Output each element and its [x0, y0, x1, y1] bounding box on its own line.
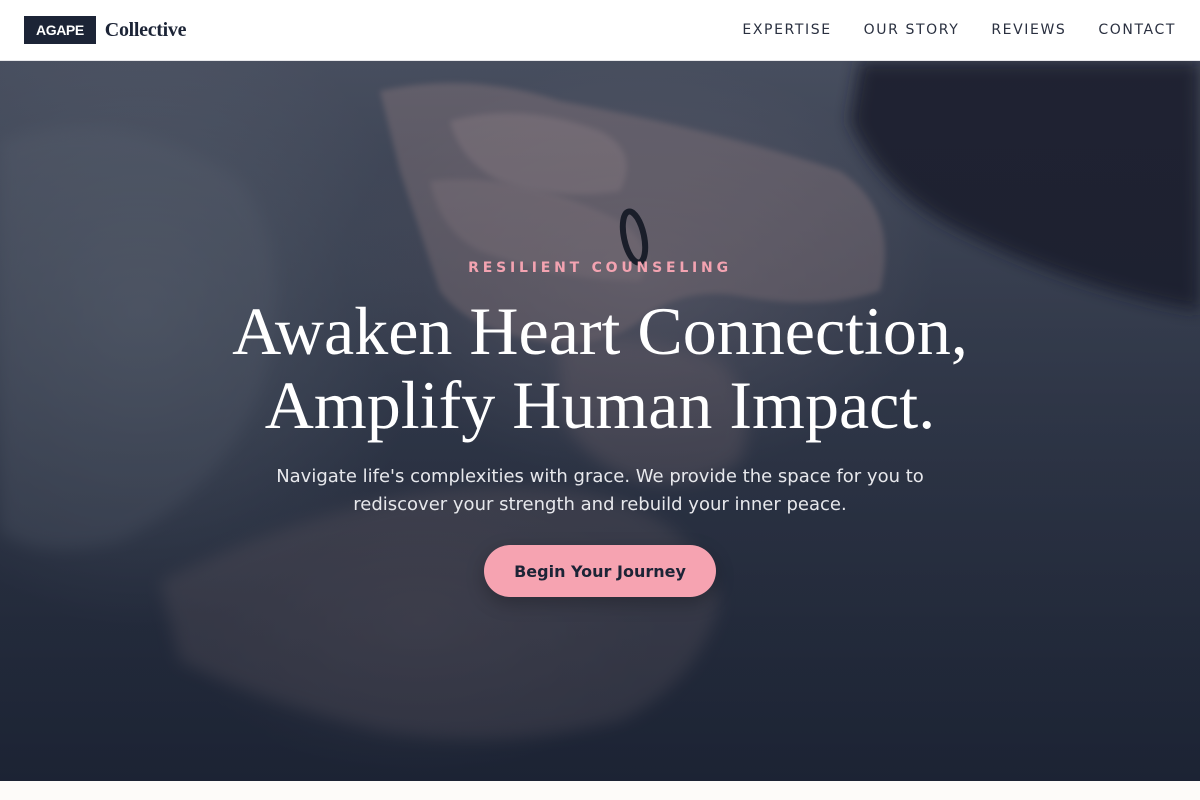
- nav-link-reviews[interactable]: REVIEWS: [991, 22, 1066, 38]
- logo-mark: AGAPE: [24, 16, 96, 44]
- main-nav: EXPERTISE OUR STORY REVIEWS CONTACT: [742, 22, 1176, 38]
- hero-headline-line-2: Amplify Human Impact.: [264, 367, 936, 443]
- nav-link-expertise[interactable]: EXPERTISE: [742, 22, 831, 38]
- nav-link-contact[interactable]: CONTACT: [1098, 22, 1176, 38]
- brand-logo[interactable]: AGAPE Collective: [24, 16, 187, 44]
- hero-headline: Awaken Heart Connection, Amplify Human I…: [0, 294, 1200, 442]
- hero-subtext: Navigate life's complexities with grace.…: [0, 463, 1200, 519]
- nav-link-our-story[interactable]: OUR STORY: [864, 22, 960, 38]
- next-section-edge: [0, 781, 1200, 800]
- begin-journey-button[interactable]: Begin Your Journey: [484, 545, 716, 597]
- logo-wordmark: Collective: [104, 18, 187, 41]
- hero-section: RESILIENT COUNSELING Awaken Heart Connec…: [0, 61, 1200, 781]
- hero-headline-line-1: Awaken Heart Connection,: [232, 293, 968, 369]
- site-header: AGAPE Collective EXPERTISE OUR STORY REV…: [0, 0, 1200, 61]
- hero-content: RESILIENT COUNSELING Awaken Heart Connec…: [0, 61, 1200, 781]
- hero-eyebrow: RESILIENT COUNSELING: [468, 260, 732, 276]
- hero-subtext-line-1: Navigate life's complexities with grace.…: [276, 466, 924, 487]
- hero-subtext-line-2: rediscover your strength and rebuild you…: [353, 494, 847, 515]
